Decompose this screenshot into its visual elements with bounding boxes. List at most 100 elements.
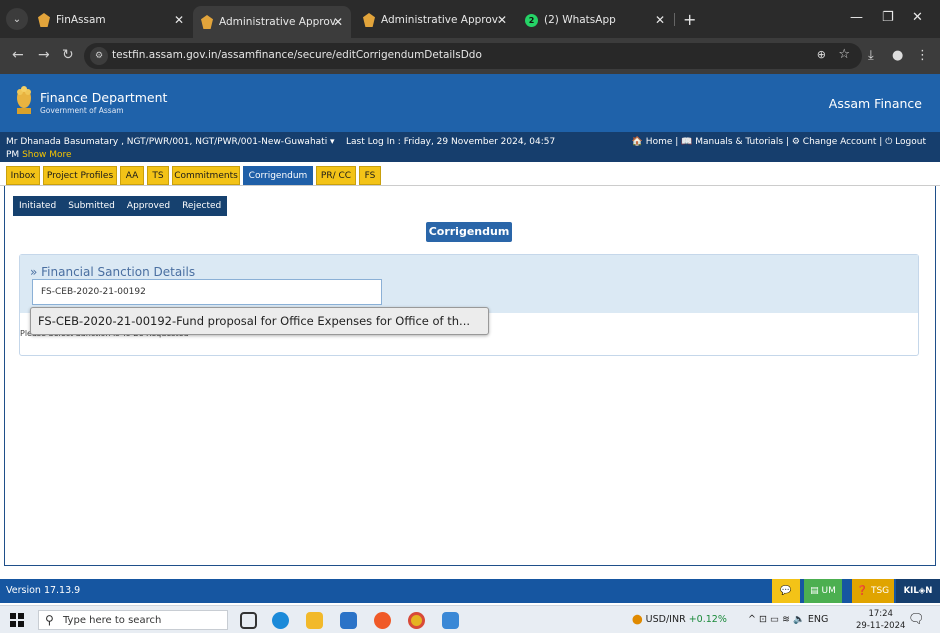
file-explorer-icon[interactable]: [306, 612, 323, 629]
user-info-cont: PM Show More: [6, 150, 72, 160]
tab-admin-approval[interactable]: Administrative Approval, Techn ✕: [355, 6, 515, 34]
download-icon[interactable]: ⤓: [868, 48, 874, 63]
reload-icon[interactable]: ↻: [62, 47, 74, 63]
site-info-icon[interactable]: ⚙: [90, 47, 108, 65]
menu-dots-icon[interactable]: ⋮: [916, 48, 929, 63]
search-icon: ⚲: [45, 613, 54, 627]
notification-icon[interactable]: 🗨: [908, 612, 925, 627]
currency-label: USD/INR: [645, 614, 686, 625]
address-bar[interactable]: ⚙ testfin.assam.gov.in/assamfinance/secu…: [84, 43, 862, 69]
language-indicator[interactable]: ENG: [808, 614, 828, 625]
restore-icon[interactable]: ❐: [882, 10, 894, 25]
book-icon: ▤: [810, 586, 819, 596]
windows-start-icon[interactable]: [10, 613, 24, 627]
help-icon: ❓: [856, 586, 869, 596]
tray-icons[interactable]: ^ ⊡ ▭ ≋ 🔈 ENG: [748, 614, 828, 625]
task-view-icon[interactable]: [240, 612, 257, 629]
tab-strip: ⌄ FinAssam ✕ Administrative Approval, Te…: [0, 0, 940, 38]
top-links[interactable]: 🏠 Home | 📖 Manuals & Tutorials | ⚙ Chang…: [632, 137, 926, 147]
ashoka-emblem-icon: [17, 86, 31, 114]
menu-corrigendum[interactable]: Corrigendum: [243, 166, 313, 185]
bookmark-star-icon[interactable]: ☆: [838, 47, 850, 62]
firefox-icon[interactable]: [374, 612, 391, 629]
whatsapp-icon: 2: [525, 13, 538, 27]
um-button[interactable]: ▤ UM: [804, 579, 842, 603]
page-title: Corrigendum: [426, 222, 512, 242]
tab-search-icon[interactable]: ⌄: [6, 8, 28, 30]
minimize-icon[interactable]: —: [850, 10, 863, 25]
window-close-icon[interactable]: ✕: [912, 10, 923, 25]
browser-window: ⌄ FinAssam ✕ Administrative Approval, Te…: [0, 0, 940, 633]
browser-toolbar: ← → ↻ ⚙ testfin.assam.gov.in/assamfinanc…: [0, 38, 940, 74]
clock[interactable]: 17:24 29-11-2024: [856, 608, 905, 632]
currency-change: +0.12%: [688, 614, 727, 625]
search-placeholder: Type here to search: [63, 615, 162, 626]
clock-time: 17:24: [868, 609, 893, 619]
menu-commitments[interactable]: Commitments: [172, 166, 240, 185]
clock-date: 29-11-2024: [856, 621, 906, 631]
app-footer: Version 17.13.9 💬 ▤ UM ❓ TSG KIL◈N: [0, 579, 940, 603]
close-icon[interactable]: ✕: [655, 13, 665, 27]
menu-fs[interactable]: FS: [359, 166, 381, 185]
edge-icon[interactable]: [272, 612, 289, 629]
currency-widget[interactable]: ⬤ USD/INR +0.12%: [632, 614, 727, 625]
site-header: Finance Department Government of Assam A…: [0, 74, 940, 132]
close-icon[interactable]: ✕: [174, 13, 184, 27]
close-icon[interactable]: ✕: [333, 15, 343, 29]
tab-initiated[interactable]: Initiated: [13, 196, 62, 216]
wifi-icon[interactable]: ≋: [782, 614, 790, 625]
um-label: UM: [821, 586, 836, 596]
chevron-up-icon[interactable]: ^: [748, 614, 756, 625]
autocomplete-suggestion[interactable]: FS-CEB-2020-21-00192-Fund proposal for O…: [30, 307, 489, 335]
outlook-icon[interactable]: [340, 612, 357, 629]
tab-finassam[interactable]: FinAssam ✕: [30, 6, 192, 34]
user-info: Mr Dhanada Basumatary , NGT/PWR/001, NGT…: [6, 137, 555, 147]
last-login-cont: PM: [6, 150, 20, 160]
main-content: Initiated Submitted Approved Rejected Co…: [4, 186, 936, 566]
tab-label: FinAssam: [56, 14, 106, 26]
tab-submitted[interactable]: Submitted: [62, 196, 121, 216]
forward-icon[interactable]: →: [38, 47, 50, 63]
notepad-icon[interactable]: [442, 612, 459, 629]
windows-taskbar: ⚲ Type here to search ⬤ USD/INR +0.12% ^…: [0, 605, 940, 633]
profile-icon[interactable]: ●: [892, 48, 903, 63]
menu-project-profiles[interactable]: Project Profiles: [43, 166, 117, 185]
emblem-icon: [363, 13, 375, 27]
sanction-search-input[interactable]: [32, 279, 382, 305]
chrome-icon[interactable]: [408, 612, 425, 629]
menu-ts[interactable]: TS: [147, 166, 169, 185]
url-text[interactable]: testfin.assam.gov.in/assamfinance/secure…: [112, 49, 482, 61]
chat-icon[interactable]: 💬: [772, 579, 800, 603]
battery-icon[interactable]: ▭: [770, 614, 779, 625]
user-account-dropdown[interactable]: Mr Dhanada Basumatary , NGT/PWR/001, NGT…: [6, 137, 335, 147]
back-icon[interactable]: ←: [12, 47, 24, 63]
tab-separator: [674, 13, 675, 26]
panel-title[interactable]: » Financial Sanction Details: [30, 265, 195, 279]
menu-aa[interactable]: AA: [120, 166, 144, 185]
emblem-icon: [38, 13, 50, 27]
menu-inbox[interactable]: Inbox: [6, 166, 40, 185]
taskbar-search[interactable]: ⚲ Type here to search: [38, 610, 228, 630]
zoom-icon[interactable]: ⊕: [817, 48, 826, 61]
tab-admin-approval-active[interactable]: Administrative Approval, Techni ✕: [193, 6, 351, 38]
tsg-label: TSG: [870, 586, 890, 596]
tab-whatsapp[interactable]: 2 (2) WhatsApp ✕: [517, 6, 673, 34]
tab-label: Administrative Approval, Techn: [381, 14, 499, 26]
tab-rejected[interactable]: Rejected: [176, 196, 227, 216]
new-tab-icon[interactable]: +: [683, 10, 696, 29]
dept-subtitle: Government of Assam: [40, 106, 124, 115]
close-icon[interactable]: ✕: [497, 13, 507, 27]
tab-approved[interactable]: Approved: [121, 196, 176, 216]
app-name: Assam Finance: [828, 96, 922, 111]
dept-title: Finance Department: [40, 90, 168, 105]
menu-pr-cc[interactable]: PR/ CC: [316, 166, 356, 185]
financial-sanction-panel: » Financial Sanction Details Please Sele…: [19, 254, 919, 356]
version-label: Version 17.13.9: [6, 585, 81, 596]
network-icon[interactable]: ⊡: [759, 614, 767, 625]
user-bar: Mr Dhanada Basumatary , NGT/PWR/001, NGT…: [0, 132, 940, 162]
tsg-button[interactable]: ❓ TSG: [852, 579, 894, 603]
volume-icon[interactable]: 🔈: [793, 614, 805, 625]
emblem-icon: [201, 15, 213, 29]
show-more-link[interactable]: Show More: [22, 150, 71, 160]
currency-icon: ⬤: [632, 614, 643, 625]
